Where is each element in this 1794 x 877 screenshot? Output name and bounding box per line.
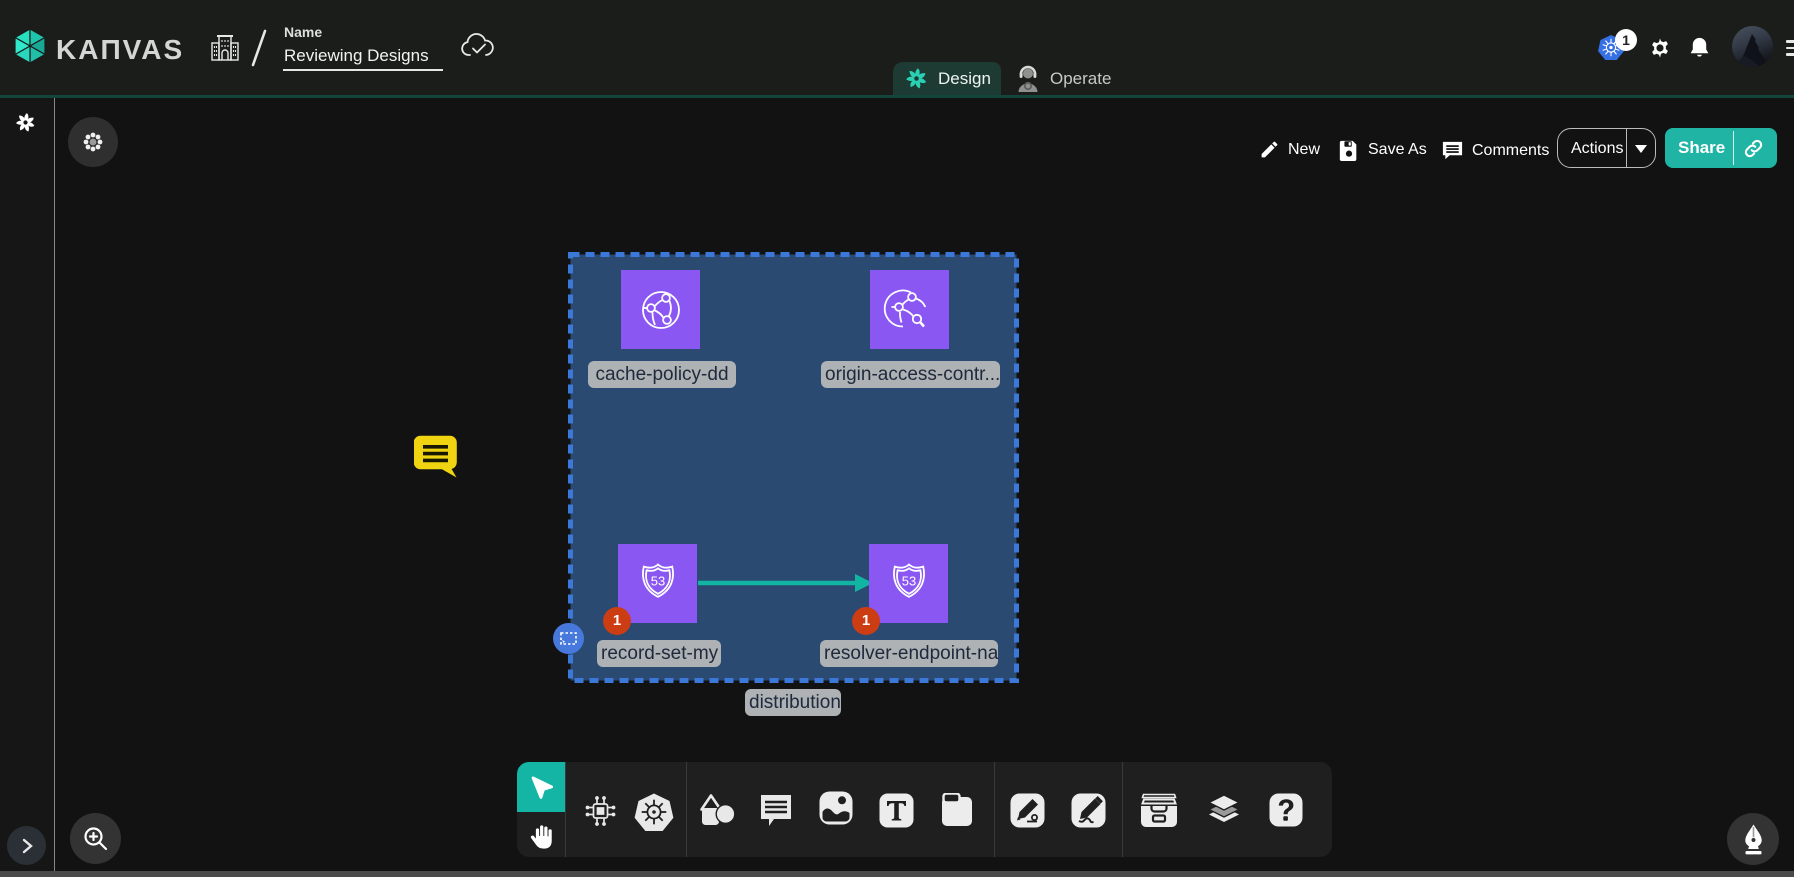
svg-text:53: 53 <box>901 573 915 588</box>
svg-text:53: 53 <box>650 573 664 588</box>
